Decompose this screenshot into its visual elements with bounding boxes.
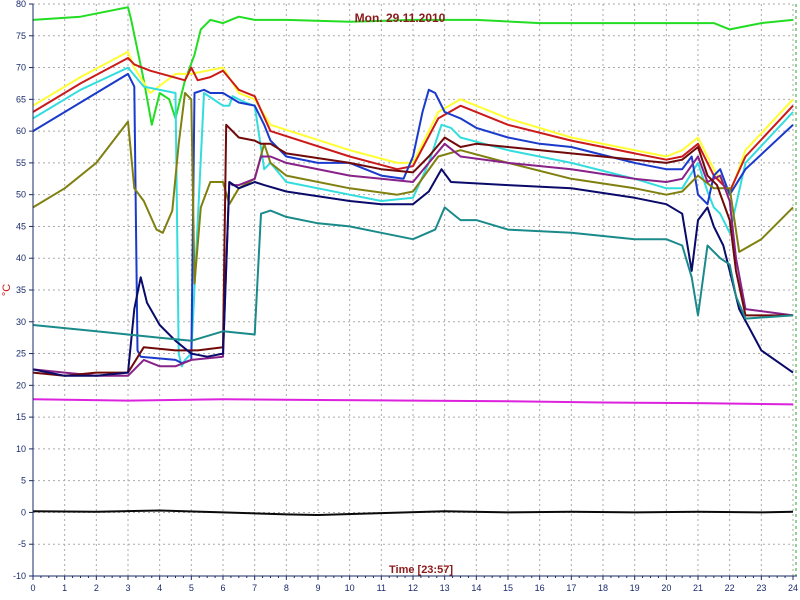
y-tick-label: 40 <box>16 253 26 263</box>
x-tick-label: 1 <box>62 583 67 593</box>
x-axis-label: Time [23:57] <box>389 564 453 576</box>
x-tick-label: 5 <box>189 583 194 593</box>
x-tick-label: 19 <box>630 583 640 593</box>
x-tick-label: 16 <box>535 583 545 593</box>
x-tick-label: 18 <box>598 583 608 593</box>
x-tick-label: 22 <box>725 583 735 593</box>
y-tick-label: 65 <box>16 94 26 104</box>
x-tick-label: 9 <box>315 583 320 593</box>
x-tick-label: 24 <box>788 583 798 593</box>
x-tick-label: 7 <box>252 583 257 593</box>
y-tick-label: 25 <box>16 349 26 359</box>
x-tick-label: 6 <box>220 583 225 593</box>
series-group <box>32 6 794 516</box>
y-tick-label: 10 <box>16 444 26 454</box>
y-tick-label: 35 <box>16 285 26 295</box>
x-tick-label: 12 <box>408 583 418 593</box>
x-tick-label: 21 <box>693 583 703 593</box>
y-tick-label: 60 <box>16 126 26 136</box>
y-tick-label: -5 <box>18 539 26 549</box>
y-tick-label: 80 <box>16 0 26 9</box>
x-tick-label: 4 <box>157 583 162 593</box>
x-tick-label: 8 <box>284 583 289 593</box>
y-tick-label: 70 <box>16 63 26 73</box>
temperature-chart: 0 1 2 3 4 5 6 7 8 9 10 11 12 13 14 15 16 17 18 19 20 21 22 23 24… <box>1 0 798 593</box>
y-tick-label: 75 <box>16 31 26 41</box>
x-tick-label: 23 <box>756 583 766 593</box>
y-axis-label: °C <box>1 284 13 296</box>
chart-title: Mon. 29.11.2010 <box>355 11 446 25</box>
x-tick-label: 2 <box>94 583 99 593</box>
x-tick-label: 20 <box>661 583 671 593</box>
x-tick-label: 10 <box>345 583 355 593</box>
series-line-11 <box>32 398 794 406</box>
x-tick-label: 11 <box>377 583 386 593</box>
y-tick-label: 20 <box>16 380 26 390</box>
y-tick-label: -10 <box>13 571 26 581</box>
x-tick-label: 17 <box>566 583 576 593</box>
y-tick-label: 0 <box>21 507 26 517</box>
x-tick-label: 0 <box>30 583 35 593</box>
x-tick-label: 13 <box>440 583 450 593</box>
y-tick-label: 55 <box>16 158 26 168</box>
x-tick-label: 14 <box>471 583 481 593</box>
axes: 0 1 2 3 4 5 6 7 8 9 10 11 12 13 14 15 16 17 18 19 20 21 22 23 24… <box>13 0 798 593</box>
y-tick-label: 45 <box>16 221 26 231</box>
y-tick-label: 15 <box>16 412 26 422</box>
x-tick-label: 15 <box>503 583 513 593</box>
y-tick-label: 5 <box>21 476 26 486</box>
x-tick-label: 3 <box>125 583 130 593</box>
y-tick-label: 50 <box>16 190 26 200</box>
y-tick-label: 30 <box>16 317 26 327</box>
